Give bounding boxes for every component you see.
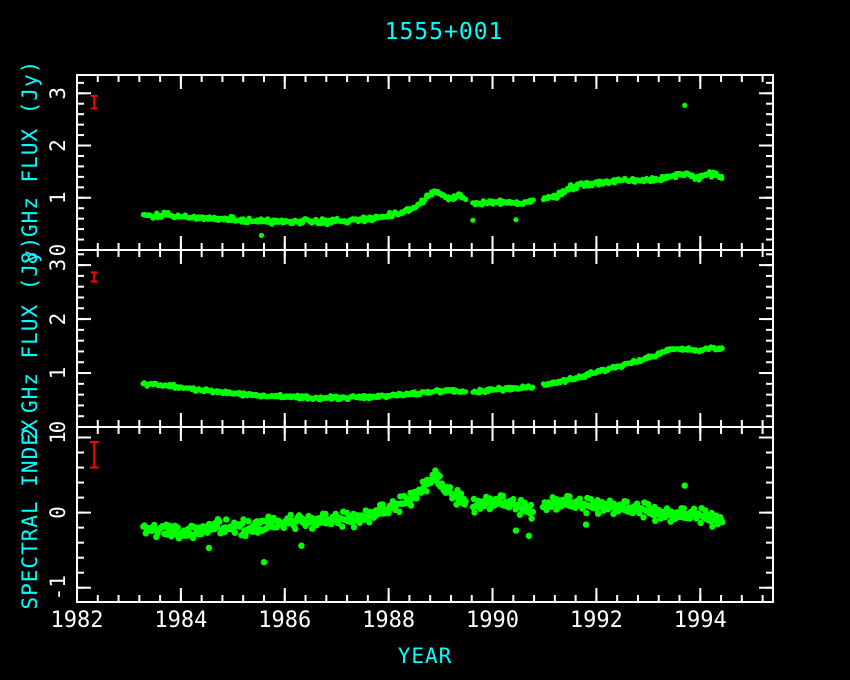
outlier-point xyxy=(682,103,687,108)
outlier-point xyxy=(298,543,304,549)
y-tick-labels-2ghz-flux: 0123 xyxy=(46,259,70,434)
y-tick-labels-8ghz-flux: 0 1 2 3 xyxy=(46,87,70,256)
data-points-8ghz-flux xyxy=(141,103,725,238)
data-points-2ghz-flux xyxy=(141,344,725,402)
x-axis-label: YEAR xyxy=(398,644,453,668)
x-tick-label: 1994 xyxy=(674,608,727,633)
outlier-point xyxy=(261,559,267,565)
outlier-point xyxy=(513,527,519,533)
outlier-point xyxy=(470,218,475,223)
ticks-2ghz-flux xyxy=(77,250,773,427)
outlier-point xyxy=(432,467,438,473)
y-tick-label: 1 xyxy=(46,367,70,380)
y-tick-labels-spectral-index: -1 0 1 xyxy=(46,431,70,600)
outlier-point xyxy=(583,521,589,527)
y-tick-label: 3 xyxy=(46,259,70,272)
outlier-point xyxy=(682,482,688,488)
x-tick-label: 1992 xyxy=(570,608,623,633)
plot-canvas: 01230123-1011982198419861988199019921994 xyxy=(0,0,850,680)
panel-border-2ghz-flux xyxy=(77,250,773,427)
y-tick-label: 0 xyxy=(46,244,70,257)
y-tick-label: 1 xyxy=(46,431,70,444)
x-tick-label: 1990 xyxy=(466,608,519,633)
y-axis-label-8ghz-flux: 8 GHz FLUX (Jy) xyxy=(18,60,42,265)
y-axis-label-spectral-index: SPECTRAL INDEX xyxy=(18,418,42,609)
outlier-point xyxy=(206,545,212,551)
data-points-spectral-index xyxy=(140,467,725,565)
x-tick-labels: 1982 1984 1986 1988 1990 1992 1994 xyxy=(51,608,727,633)
error-bar-8ghz-flux xyxy=(91,96,98,109)
x-tick-label: 1982 xyxy=(51,608,104,633)
y-tick-label: 3 xyxy=(46,87,70,100)
y-axis-label-2ghz-flux: 2 GHz FLUX (Jy) xyxy=(18,236,42,441)
y-tick-label: 0 xyxy=(46,506,70,519)
source-title: 1555+001 xyxy=(385,19,504,45)
x-tick-label: 1984 xyxy=(154,608,207,633)
error-bar-spectral-index xyxy=(90,442,99,468)
y-tick-label: 2 xyxy=(46,313,70,326)
y-tick-label: 1 xyxy=(46,191,70,204)
y-tick-label: 2 xyxy=(46,139,70,152)
light-curve-figure: 01230123-1011982198419861988199019921994… xyxy=(0,0,850,680)
x-tick-label: 1986 xyxy=(258,608,311,633)
x-tick-label: 1988 xyxy=(362,608,415,633)
error-bar-2ghz-flux xyxy=(91,272,98,281)
y-tick-label: -1 xyxy=(46,575,70,600)
outlier-point xyxy=(513,217,518,222)
panel-border-8ghz-flux xyxy=(77,75,773,250)
outlier-point xyxy=(259,233,264,238)
outlier-point xyxy=(526,533,532,539)
ticks-8ghz-flux xyxy=(77,75,773,250)
